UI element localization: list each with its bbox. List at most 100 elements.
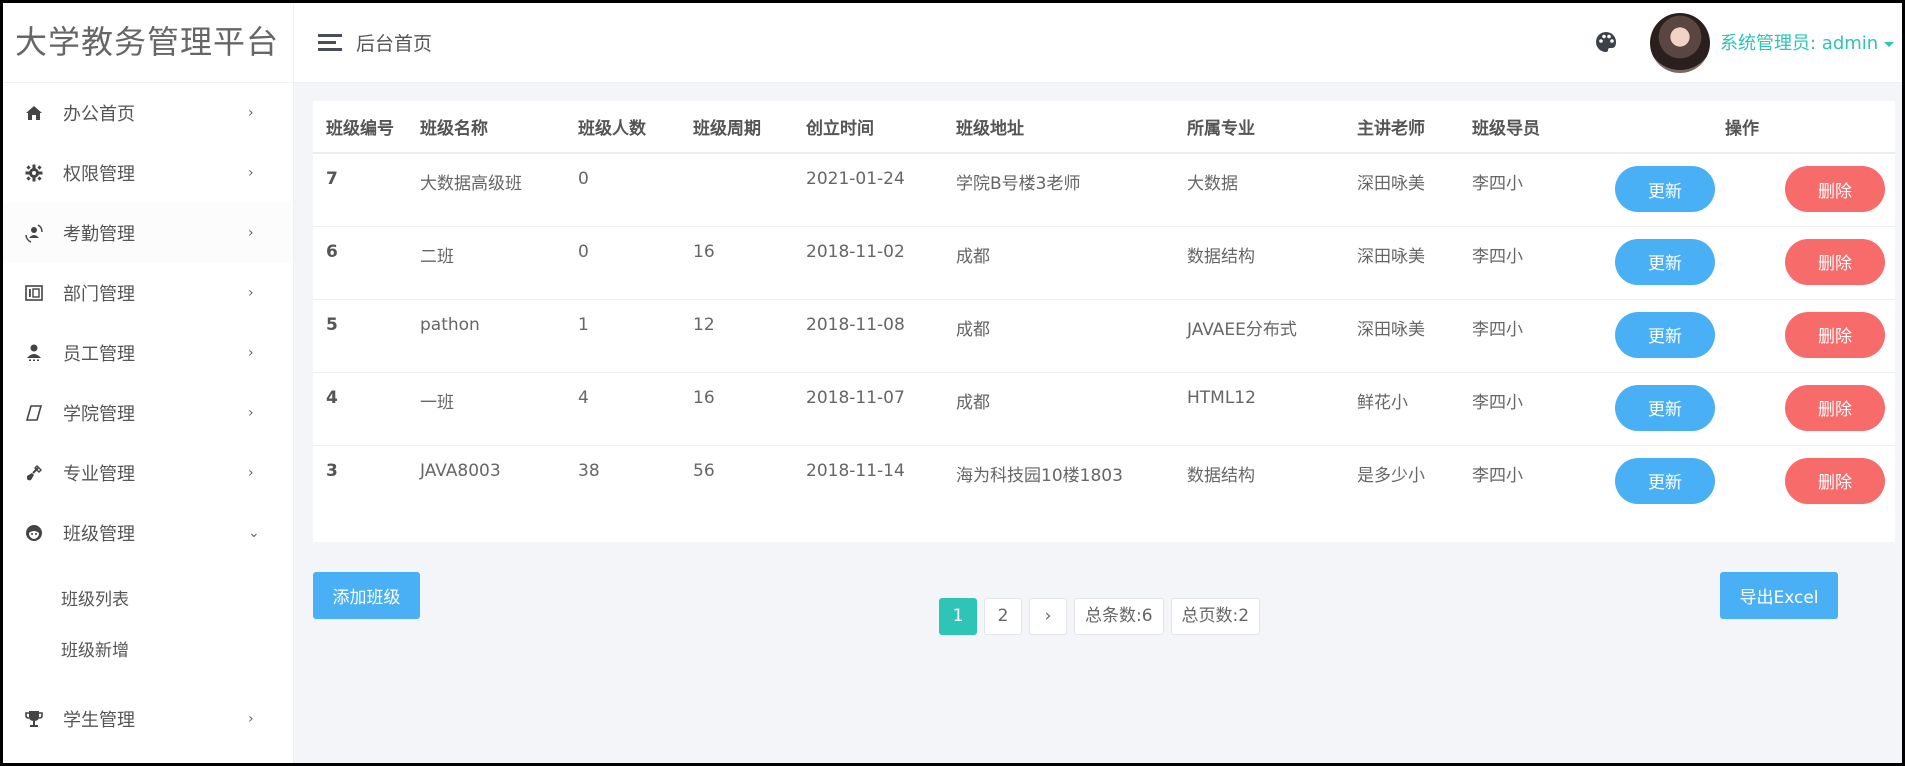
column-header[interactable]: 班级人数 [565, 101, 680, 154]
cell-class-address: 学院B号楼3老师 [943, 153, 1174, 227]
column-header[interactable]: 班级编号 [313, 101, 407, 154]
sidebar-item-label: 权限管理 [63, 164, 135, 185]
delete-button[interactable]: 删除 [1785, 166, 1885, 212]
sidebar-item-department[interactable]: 部门管理 › [3, 263, 293, 323]
cell-class-size: 38 [578, 460, 600, 481]
gear-icon [23, 162, 45, 184]
chevron-right-icon: › [248, 711, 254, 727]
app-frame: 大学教务管理平台 办公首页 › 权限管理 › 考勤管理 › 部门管理 › 员工管… [3, 3, 1902, 763]
column-header[interactable]: 班级导员 [1459, 101, 1589, 154]
cell-lead-teacher: 鲜花小 [1344, 372, 1459, 446]
cell-class-size: 0 [565, 226, 680, 300]
export-excel-button[interactable]: 导出Excel [1720, 572, 1838, 619]
cell-created-date: 2018-11-02 [793, 226, 943, 300]
cell-actions: 更新 删除 [1589, 299, 1895, 373]
sidebar-item-label: 班级管理 [63, 524, 135, 545]
cell-class-id: 3 [326, 460, 338, 481]
column-header[interactable]: 班级周期 [680, 101, 793, 154]
chevron-right-icon: › [248, 465, 254, 481]
sidebar-subitem-class-list[interactable]: 班级列表 [3, 575, 293, 626]
column-header[interactable]: 班级地址 [943, 101, 1174, 154]
cell-class-size: 1 [565, 299, 680, 373]
cell-actions: 更新 删除 [1589, 372, 1895, 446]
sidebar-item-label: 办公首页 [63, 104, 135, 125]
cell-class-name: 一班 [407, 372, 565, 446]
user-icon [23, 342, 45, 364]
class-table-card: 班级编号 班级名称 班级人数 班级周期 创立时间 班级地址 所属专业 主讲老师 … [313, 101, 1895, 542]
table-row: 4 一班 4 16 2018-11-07 成都 HTML12 鲜花小 李四小 更新 删除 [313, 372, 1895, 446]
table-row: 6 二班 0 16 2018-11-02 成都 数据结构 深田咏美 李四小 更新 删除 [313, 226, 1895, 300]
cell-class-address: 成都 [943, 372, 1174, 446]
cell-class-address: 成都 [943, 226, 1174, 300]
sidebar-submenu-class: 班级列表 班级新增 [3, 563, 293, 689]
cell-class-name: JAVA8003 [420, 460, 501, 481]
sidebar-item-college[interactable]: 学院管理 › [3, 383, 293, 443]
cell-lead-teacher: 深田咏美 [1344, 226, 1459, 300]
column-header[interactable]: 主讲老师 [1344, 101, 1459, 154]
update-button[interactable]: 更新 [1615, 311, 1715, 358]
chevron-right-icon: › [248, 225, 254, 241]
table-header-row: 班级编号 班级名称 班级人数 班级周期 创立时间 班级地址 所属专业 主讲老师 … [313, 101, 1895, 154]
menu-toggle-icon[interactable] [318, 34, 342, 51]
cell-major: 大数据 [1174, 153, 1344, 227]
cell-actions: 更新 删除 [1589, 226, 1895, 300]
theme-palette-icon[interactable] [1595, 31, 1617, 53]
cell-lead-teacher: 是多少小 [1357, 465, 1425, 486]
column-header[interactable]: 创立时间 [793, 101, 943, 154]
cell-lead-teacher: 深田咏美 [1344, 299, 1459, 373]
cell-counselor: 李四小 [1459, 299, 1589, 373]
cell-class-id: 4 [313, 372, 407, 446]
chevron-right-icon: › [248, 165, 254, 181]
sidebar-item-major[interactable]: 专业管理 › [3, 443, 293, 503]
college-icon [23, 402, 45, 424]
sidebar-item-office-home[interactable]: 办公首页 › [3, 83, 293, 143]
sidebar-item-attendance[interactable]: 考勤管理 › [3, 203, 293, 263]
delete-button[interactable]: 删除 [1785, 238, 1885, 285]
sidebar-item-permissions[interactable]: 权限管理 › [3, 143, 293, 203]
sidebar-item-class[interactable]: 班级管理 ⌄ [3, 503, 293, 563]
table-row: 3 JAVA8003 38 56 2018-11-14 海为科技园10楼1803 数据结构 是… [313, 445, 1895, 518]
user-menu[interactable]: 系统管理员: admin [1720, 29, 1895, 55]
total-items-label: 总条数:6 [1074, 598, 1164, 635]
column-header[interactable]: 班级名称 [407, 101, 565, 154]
cell-created-date: 2018-11-08 [793, 299, 943, 373]
caret-down-icon [1884, 41, 1895, 47]
cell-class-name: 二班 [407, 226, 565, 300]
sidebar-item-label: 考勤管理 [63, 224, 135, 245]
page-button[interactable]: 2 [984, 598, 1022, 635]
sidebar-subitem-class-add[interactable]: 班级新增 [3, 626, 293, 677]
cell-created-date: 2018-11-07 [793, 372, 943, 446]
update-button[interactable]: 更新 [1615, 238, 1715, 285]
delete-button[interactable]: 删除 [1785, 384, 1885, 431]
cell-class-period: 16 [680, 226, 793, 300]
cell-major: 数据结构 [1187, 465, 1255, 486]
class-table: 班级编号 班级名称 班级人数 班级周期 创立时间 班级地址 所属专业 主讲老师 … [313, 101, 1895, 518]
column-header[interactable]: 所属专业 [1174, 101, 1344, 154]
sidebar-item-label: 员工管理 [63, 344, 135, 365]
sidebar-item-label: 专业管理 [63, 464, 135, 485]
delete-button[interactable]: 删除 [1785, 311, 1885, 358]
column-header: 操作 [1589, 101, 1895, 154]
breadcrumb[interactable]: 后台首页 [356, 29, 432, 56]
update-button[interactable]: 更新 [1615, 457, 1715, 504]
cell-created-date: 2018-11-14 [806, 460, 905, 481]
update-button[interactable]: 更新 [1615, 166, 1715, 212]
sidebar-item-label: 学生管理 [63, 710, 135, 731]
cell-class-period: 56 [693, 460, 715, 481]
sidebar-item-employee[interactable]: 员工管理 › [3, 323, 293, 383]
next-page-button[interactable]: › [1029, 598, 1067, 635]
add-class-button[interactable]: 添加班级 [313, 572, 420, 619]
update-button[interactable]: 更新 [1615, 384, 1715, 431]
table-body: 7 大数据高级班 0 2021-01-24 学院B号楼3老师 大数据 深田咏美 李四小 更新 删除… [313, 153, 1895, 518]
cell-counselor: 李四小 [1459, 372, 1589, 446]
chevron-down-icon: ⌄ [248, 525, 260, 541]
delete-button[interactable]: 删除 [1785, 457, 1885, 504]
sidebar-item-label: 学院管理 [63, 404, 135, 425]
page-button[interactable]: 1 [939, 598, 977, 635]
cell-class-period: 16 [680, 372, 793, 446]
cell-class-id: 6 [313, 226, 407, 300]
sidebar-item-student[interactable]: 学生管理 › [3, 689, 293, 749]
user-name-label: 系统管理员: admin [1720, 33, 1879, 54]
avatar[interactable] [1650, 13, 1710, 73]
cell-class-name: pathon [407, 299, 565, 373]
